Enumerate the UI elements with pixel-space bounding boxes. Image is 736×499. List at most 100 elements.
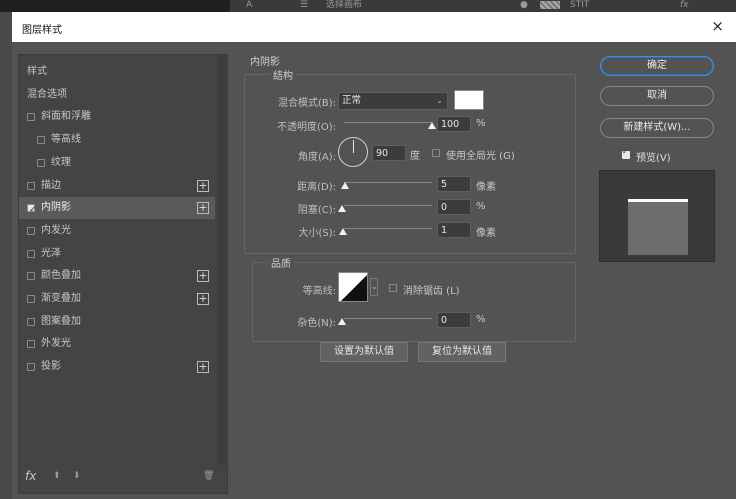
- section-title: 内阴影: [250, 57, 280, 68]
- set-default-button[interactable]: 设置为默认值: [320, 342, 408, 362]
- noise-input[interactable]: [437, 312, 471, 328]
- styles-list-panel: 样式混合选项斜面和浮雕等高线纹理描边 + 内阴影 + 内发光光泽颜色叠加 + 渐变叠加 + 图案…: [18, 54, 228, 494]
- quality-group: [252, 262, 576, 342]
- style-item-checkbox[interactable]: [27, 363, 35, 372]
- new-style-button[interactable]: 新建样式(W)...: [600, 118, 714, 138]
- preview-checkbox[interactable]: ✓: [622, 147, 630, 159]
- ok-button[interactable]: 确定: [600, 56, 714, 76]
- structure-title: 结构: [270, 67, 296, 82]
- preview-label: 预览(V): [636, 153, 671, 164]
- blend-mode-select[interactable]: 正常 ⌄: [338, 92, 448, 110]
- style-item-label: 样式: [27, 66, 47, 77]
- add-style-plus-icon[interactable]: +: [197, 202, 209, 215]
- size-slider-thumb[interactable]: [339, 228, 347, 235]
- contour-chevron-down-icon[interactable]: ⌄: [370, 278, 378, 296]
- style-item-checkbox[interactable]: [27, 199, 37, 221]
- anti-alias-label: 消除锯齿 (L): [403, 286, 460, 297]
- style-item-label: 图案叠加: [41, 315, 81, 327]
- style-item[interactable]: 图案叠加: [19, 311, 215, 333]
- underlying-dark-area: [0, 0, 230, 12]
- trash-icon[interactable]: 🗑: [203, 471, 214, 481]
- style-item-label: 颜色叠加: [41, 270, 81, 282]
- choke-slider-track[interactable]: [344, 205, 432, 206]
- style-item-label: 内阴影: [41, 202, 71, 214]
- styles-footer-bar: fx ⬆ ⬇ 🗑: [25, 469, 221, 489]
- size-label: 大小(S):: [298, 228, 336, 239]
- distance-slider-thumb[interactable]: [341, 182, 349, 189]
- underlying-circle-icon: ●: [520, 0, 528, 10]
- style-item[interactable]: 光泽: [19, 243, 215, 265]
- choke-input[interactable]: [437, 199, 471, 215]
- style-item[interactable]: 内阴影 +: [19, 197, 215, 221]
- anti-alias-checkbox[interactable]: [389, 284, 397, 292]
- style-item[interactable]: 描边 +: [19, 175, 215, 197]
- choke-slider-thumb[interactable]: [338, 205, 346, 212]
- style-item-checkbox[interactable]: [27, 295, 35, 303]
- style-item-label: 光泽: [41, 247, 61, 259]
- style-item[interactable]: 渐变叠加 +: [19, 288, 215, 310]
- opacity-unit: %: [476, 118, 486, 129]
- quality-title: 品质: [268, 255, 294, 270]
- style-item[interactable]: 颜色叠加 +: [19, 265, 215, 287]
- preview-box: [599, 170, 715, 262]
- angle-input[interactable]: [372, 145, 406, 161]
- style-item[interactable]: 纹理: [19, 152, 215, 174]
- distance-input[interactable]: [437, 176, 471, 192]
- noise-slider-track[interactable]: [344, 318, 432, 319]
- add-style-plus-icon[interactable]: +: [197, 361, 209, 374]
- noise-label: 杂色(N):: [297, 318, 336, 329]
- style-item-checkbox[interactable]: [37, 158, 45, 167]
- size-input[interactable]: [437, 222, 471, 238]
- move-up-icon[interactable]: ⬆: [53, 471, 61, 481]
- add-style-plus-icon[interactable]: +: [197, 293, 209, 305]
- shadow-color-swatch[interactable]: [454, 90, 484, 110]
- underlying-select-canvas: 选择画布: [326, 0, 363, 10]
- opacity-slider-track[interactable]: [344, 122, 432, 123]
- size-slider-track[interactable]: [344, 228, 432, 229]
- underlying-checker-swatch: [540, 1, 560, 9]
- close-icon[interactable]: ×: [711, 17, 724, 35]
- cancel-button[interactable]: 取消: [600, 86, 714, 106]
- underlying-app-strip: A ☰ 选择画布 ● STIT fx: [0, 0, 736, 12]
- contour-curve: [341, 275, 367, 301]
- distance-label: 距离(D):: [297, 182, 336, 193]
- noise-slider-thumb[interactable]: [338, 318, 346, 325]
- reset-default-button[interactable]: 复位为默认值: [418, 342, 506, 362]
- style-item[interactable]: 投影 +: [19, 356, 215, 378]
- angle-label: 角度(A):: [297, 152, 336, 163]
- style-item-label: 渐变叠加: [41, 293, 81, 304]
- style-item[interactable]: 等高线: [19, 129, 215, 151]
- opacity-slider-thumb[interactable]: [428, 122, 436, 129]
- contour-label: 等高线:: [302, 286, 336, 297]
- style-item-label: 投影: [41, 361, 61, 373]
- style-item[interactable]: 内发光: [19, 220, 215, 242]
- style-item-checkbox[interactable]: [27, 249, 35, 258]
- style-item[interactable]: 样式: [19, 61, 215, 83]
- style-item-checkbox[interactable]: [27, 181, 35, 190]
- underlying-fx: fx: [680, 0, 689, 10]
- angle-dial[interactable]: [338, 137, 368, 167]
- opacity-input[interactable]: [437, 116, 471, 132]
- distance-slider-track[interactable]: [344, 182, 432, 183]
- add-style-plus-icon[interactable]: +: [197, 179, 209, 192]
- style-item-checkbox[interactable]: [27, 226, 35, 235]
- add-style-plus-icon[interactable]: +: [197, 270, 209, 283]
- preview-swatch: [628, 199, 688, 255]
- style-item-checkbox[interactable]: [27, 272, 35, 281]
- style-item-checkbox[interactable]: [27, 113, 35, 122]
- contour-picker[interactable]: [338, 272, 368, 302]
- angle-dial-needle: [353, 140, 354, 153]
- style-item[interactable]: 外发光: [19, 333, 215, 355]
- style-item[interactable]: 斜面和浮雕: [19, 106, 215, 128]
- underlying-label: STIT: [570, 0, 590, 10]
- blend-mode-label: 混合模式(B):: [277, 98, 336, 109]
- checkmark-icon: ✓: [622, 147, 629, 156]
- style-item-checkbox[interactable]: [37, 136, 45, 145]
- global-light-checkbox[interactable]: [432, 149, 440, 157]
- fx-icon[interactable]: fx: [25, 469, 36, 483]
- move-down-icon[interactable]: ⬇: [73, 471, 81, 481]
- style-item-checkbox[interactable]: [27, 317, 35, 326]
- style-item-checkbox[interactable]: [27, 340, 35, 349]
- styles-list-scrollbar[interactable]: [217, 55, 228, 465]
- style-item[interactable]: 混合选项: [19, 84, 215, 106]
